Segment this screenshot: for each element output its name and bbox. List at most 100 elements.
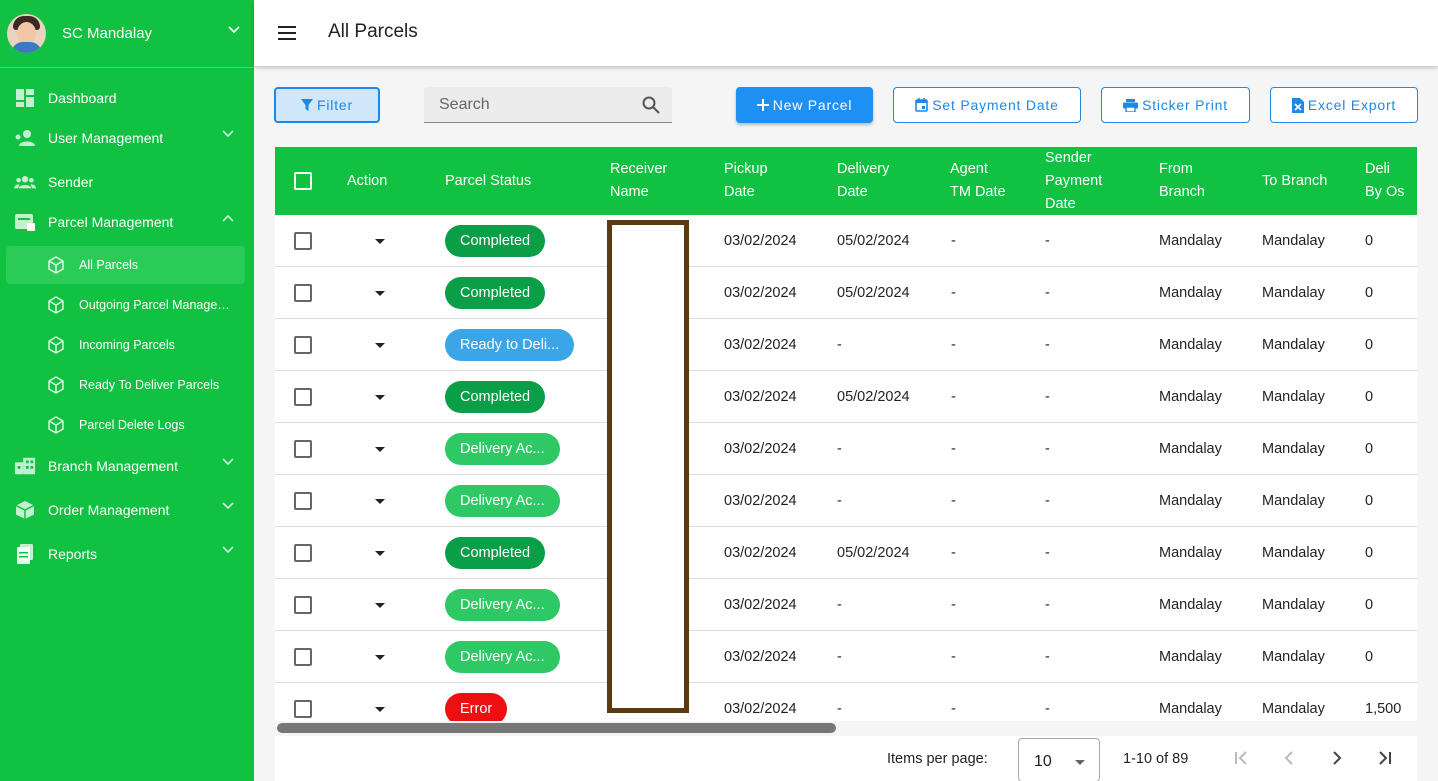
column-header-from-branch[interactable]: From Branch <box>1159 147 1229 215</box>
column-header-receiver-name[interactable]: Receiver Name <box>610 147 690 215</box>
next-page-button[interactable] <box>1325 746 1349 770</box>
delivery-date-cell: - <box>837 337 842 353</box>
row-checkbox[interactable] <box>294 388 312 406</box>
excel-file-icon <box>1291 97 1304 113</box>
filter-button[interactable]: Filter <box>274 87 380 123</box>
row-checkbox[interactable] <box>294 440 312 458</box>
row-checkbox[interactable] <box>294 492 312 510</box>
table-row[interactable]: Delivery Ac... 03/02/2024 - - - Mandalay Manda… <box>275 579 1417 631</box>
items-per-page-select[interactable]: 10 <box>1018 738 1100 781</box>
column-header-sender-payment-date[interactable]: Sender Payment Date <box>1045 147 1130 215</box>
chevron-right-icon <box>1333 751 1342 765</box>
sidebar-item-order-management[interactable]: Order Management <box>0 490 254 530</box>
action-dropdown-icon[interactable] <box>375 550 385 556</box>
action-dropdown-icon[interactable] <box>375 602 385 608</box>
sender-payment-date-cell: - <box>1045 285 1050 301</box>
action-dropdown-icon[interactable] <box>375 654 385 660</box>
sidebar-item-branch-management[interactable]: Branch Management <box>0 446 254 486</box>
menu-icon[interactable] <box>276 23 300 43</box>
column-header-agent-tm-date[interactable]: Agent TM Date <box>950 147 1010 215</box>
table-row[interactable]: Completed 03/02/2024 05/02/2024 - - Mandalay M… <box>275 371 1417 423</box>
agent-tm-date-cell: - <box>951 441 956 457</box>
row-checkbox[interactable] <box>294 648 312 666</box>
table-row[interactable]: Completed 03/02/2024 05/02/2024 - - Mandalay M… <box>275 215 1417 267</box>
plus-icon <box>756 99 769 111</box>
sidebar-subitem-ready-to-deliver[interactable]: Ready To Deliver Parcels <box>6 366 245 404</box>
action-dropdown-icon[interactable] <box>375 290 385 296</box>
column-header-action[interactable]: Action <box>347 147 387 215</box>
sidebar-item-parcel-management[interactable]: Parcel Management <box>0 202 254 242</box>
sticker-print-button[interactable]: Sticker Print <box>1101 87 1250 123</box>
table-row[interactable]: Delivery Ac... 03/02/2024 - - - Mandalay Manda… <box>275 475 1417 527</box>
page-title: All Parcels <box>328 21 418 42</box>
dropdown-arrow-icon <box>1075 760 1085 765</box>
first-page-button[interactable] <box>1229 746 1253 770</box>
table-row[interactable]: Completed 03/02/2024 05/02/2024 - - Mandalay M… <box>275 527 1417 579</box>
row-checkbox[interactable] <box>294 544 312 562</box>
group-icon <box>14 171 36 193</box>
table-row[interactable]: Error 03/02/2024 - - - Mandalay Mandalay 1,500 <box>275 683 1417 721</box>
set-payment-date-button[interactable]: Set Payment Date <box>893 87 1081 123</box>
column-header-to-branch[interactable]: To Branch <box>1262 147 1332 215</box>
to-branch-cell: Mandalay <box>1262 649 1325 665</box>
row-checkbox[interactable] <box>294 700 312 718</box>
last-page-button[interactable] <box>1373 746 1397 770</box>
row-checkbox[interactable] <box>294 336 312 354</box>
search-icon[interactable] <box>642 96 660 114</box>
sidebar-subitem-incoming[interactable]: Incoming Parcels <box>6 326 245 364</box>
sidebar-item-sender[interactable]: Sender <box>0 162 254 202</box>
order-icon <box>14 499 36 521</box>
agent-tm-date-cell: - <box>951 389 956 405</box>
sidebar-subitem-delete-logs[interactable]: Parcel Delete Logs <box>6 406 245 444</box>
table-row[interactable]: Delivery Ac... 03/02/2024 - - - Mandalay Manda… <box>275 423 1417 475</box>
to-branch-cell: Mandalay <box>1262 441 1325 457</box>
status-badge: Completed <box>445 537 546 569</box>
new-parcel-label: New Parcel <box>772 97 853 113</box>
search-input[interactable] <box>439 87 639 123</box>
horizontal-scrollbar[interactable] <box>277 723 836 733</box>
column-header-delivery-date[interactable]: Delivery Date <box>837 147 907 215</box>
new-parcel-button[interactable]: New Parcel <box>736 87 873 123</box>
excel-export-label: Excel Export <box>1307 97 1397 113</box>
column-header-pickup-date[interactable]: Pickup Date <box>724 147 794 215</box>
search-box <box>424 87 672 123</box>
column-header-deli-by-os[interactable]: Deli By Os <box>1365 147 1405 215</box>
action-dropdown-icon[interactable] <box>375 498 385 504</box>
table-row[interactable]: Delivery Ac... 03/02/2024 - - - Mandalay Manda… <box>275 631 1417 683</box>
column-header-parcel-status[interactable]: Parcel Status <box>445 147 531 215</box>
reports-icon <box>14 543 36 565</box>
delivery-date-cell: - <box>837 649 842 665</box>
excel-export-button[interactable]: Excel Export <box>1270 87 1418 123</box>
sidebar-item-dashboard[interactable]: Dashboard <box>0 78 254 118</box>
parcels-table: Action Parcel Status Receiver Name Picku… <box>275 147 1417 721</box>
status-badge: Delivery Ac... <box>445 485 560 517</box>
table-row[interactable]: Ready to Deli... 03/02/2024 - - - Mandalay Man… <box>275 319 1417 371</box>
sender-payment-date-cell: - <box>1045 597 1050 613</box>
from-branch-cell: Mandalay <box>1159 389 1222 405</box>
agent-tm-date-cell: - <box>951 545 956 561</box>
status-badge: Delivery Ac... <box>445 433 560 465</box>
action-dropdown-icon[interactable] <box>375 238 385 244</box>
action-dropdown-icon[interactable] <box>375 706 385 712</box>
previous-page-button[interactable] <box>1277 746 1301 770</box>
row-checkbox[interactable] <box>294 232 312 250</box>
table-row[interactable]: Completed 03/02/2024 05/02/2024 - - Mandalay M… <box>275 267 1417 319</box>
sidebar-subitem-outgoing[interactable]: Outgoing Parcel Management <box>6 286 245 324</box>
chevron-up-icon <box>222 214 234 222</box>
sidebar-subitem-all-parcels[interactable]: All Parcels <box>6 246 245 284</box>
from-branch-cell: Mandalay <box>1159 233 1222 249</box>
chevron-down-icon[interactable] <box>228 26 240 34</box>
action-dropdown-icon[interactable] <box>375 342 385 348</box>
sidebar-item-reports[interactable]: Reports <box>0 534 254 574</box>
select-all-checkbox[interactable] <box>294 172 312 190</box>
sidebar-subitem-label: Ready To Deliver Parcels <box>79 378 220 392</box>
action-dropdown-icon[interactable] <box>375 446 385 452</box>
delivery-date-cell: 05/02/2024 <box>837 389 910 405</box>
sidebar-item-user-management[interactable]: User Management <box>0 118 254 158</box>
action-dropdown-icon[interactable] <box>375 394 385 400</box>
row-checkbox[interactable] <box>294 596 312 614</box>
branch-icon <box>14 455 36 477</box>
profile-header[interactable]: SC Mandalay <box>0 0 254 68</box>
row-checkbox[interactable] <box>294 284 312 302</box>
dashboard-icon <box>14 87 36 109</box>
